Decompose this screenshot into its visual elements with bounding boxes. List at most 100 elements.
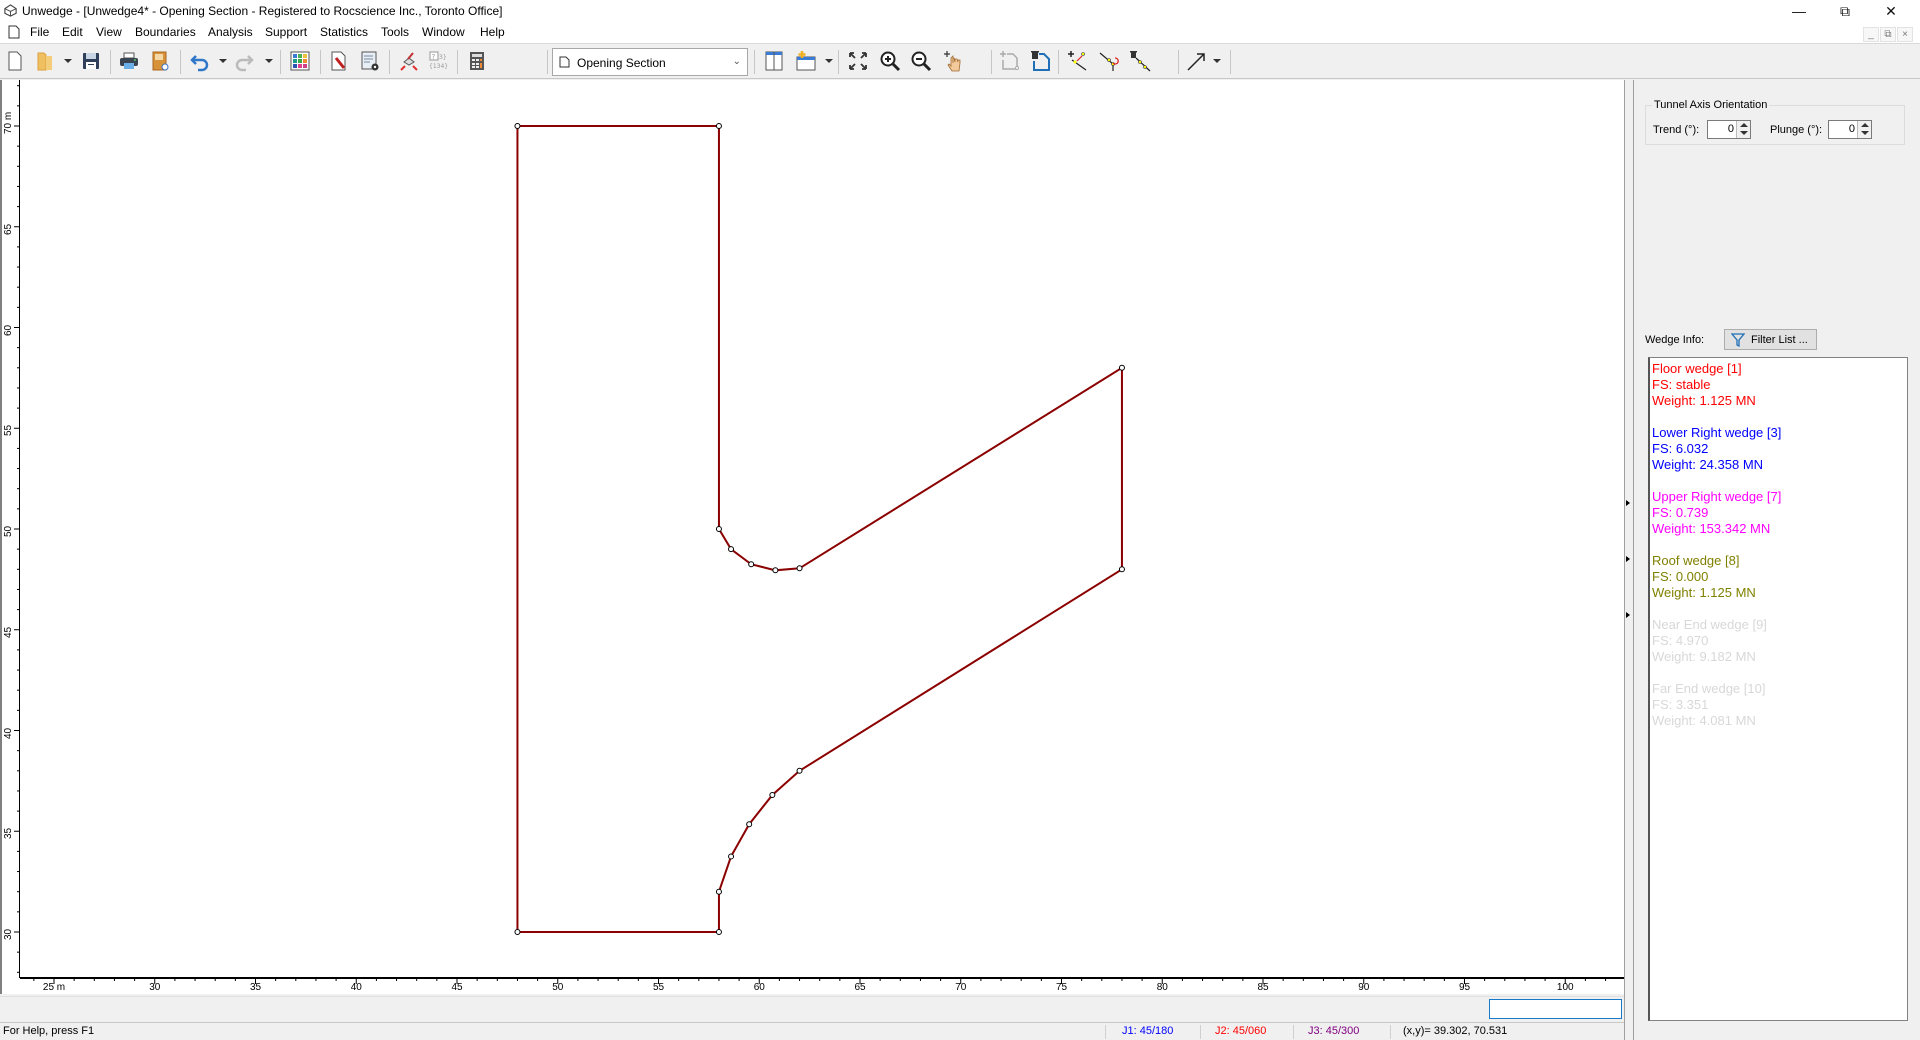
wedge-name: Far End wedge [10] xyxy=(1652,681,1766,696)
spin-up-icon[interactable] xyxy=(1740,123,1748,127)
spin-down-icon[interactable] xyxy=(1740,131,1748,135)
help-status-text: For Help, press F1 xyxy=(3,1025,95,1037)
redo-button[interactable] xyxy=(232,49,256,73)
drawing-canvas[interactable] xyxy=(0,80,1624,994)
compute-button[interactable] xyxy=(397,49,421,73)
project-settings-button[interactable] xyxy=(358,49,382,73)
wedge-weight: Weight: 24.358 MN xyxy=(1652,457,1764,472)
zoom-out-button[interactable] xyxy=(909,49,933,73)
wedge-fs: FS: 0.000 xyxy=(1652,569,1709,584)
spin-down-icon[interactable] xyxy=(1861,131,1869,135)
menu-statistics[interactable]: Statistics xyxy=(320,25,368,39)
pan-hand-icon xyxy=(944,51,961,72)
delete-vertex-button[interactable] xyxy=(1128,49,1152,73)
splitter-arrow-icon[interactable] xyxy=(1626,500,1630,506)
undo-dropdown-arrow[interactable] xyxy=(219,59,227,63)
menu-tools[interactable]: Tools xyxy=(381,25,409,39)
new-window-dropdown-arrow[interactable] xyxy=(825,59,833,63)
minimize-button[interactable]: — xyxy=(1776,0,1822,22)
wedge-entry[interactable]: Roof wedge [8] FS: 0.000 Weight: 1.125 MN xyxy=(1652,553,1907,601)
pan-button[interactable] xyxy=(940,49,964,73)
arrow-dropdown-arrow[interactable] xyxy=(1213,59,1221,63)
info-viewer-button[interactable]: ? 3} {134} xyxy=(426,49,450,73)
new-file-button[interactable] xyxy=(3,49,27,73)
close-button[interactable]: ✕ xyxy=(1868,0,1914,22)
wedge-entry[interactable]: Floor wedge [1] FS: stable Weight: 1.125 M… xyxy=(1652,361,1907,409)
wedge-name: Floor wedge [1] xyxy=(1652,361,1742,376)
add-boundary-button[interactable] xyxy=(998,49,1022,73)
filter-list-button[interactable]: Filter List ... xyxy=(1724,329,1817,350)
wedge-entry[interactable]: Upper Right wedge [7] FS: 0.739 Weight: 15… xyxy=(1652,489,1907,537)
menu-view[interactable]: View xyxy=(96,25,122,39)
zoom-extents-button[interactable] xyxy=(846,49,870,73)
splitter-arrow-icon[interactable] xyxy=(1626,556,1630,562)
x-tick-label: 45 xyxy=(451,982,463,993)
add-vertex-button[interactable] xyxy=(1066,49,1090,73)
wedge-name: Lower Right wedge [3] xyxy=(1652,425,1782,440)
print-button[interactable] xyxy=(117,49,141,73)
toolbar-separator xyxy=(991,50,992,74)
new-window-button[interactable] xyxy=(794,49,818,73)
wedge-entry[interactable]: Lower Right wedge [3] FS: 6.032 Weight: 24… xyxy=(1652,425,1907,473)
y-tick-label: 35 xyxy=(3,828,14,840)
undo-button[interactable] xyxy=(188,49,212,73)
filter-list-label: Filter List ... xyxy=(1751,333,1808,346)
toolbar: ? 3} {134} Opening Section ⌄ xyxy=(0,43,1920,79)
trend-spinbox[interactable]: 0 xyxy=(1707,120,1751,139)
move-vertex-button[interactable] xyxy=(1097,49,1121,73)
y-tick-label: 30 xyxy=(3,928,14,940)
menu-window[interactable]: Window xyxy=(422,25,465,39)
menu-bar: File Edit View Boundaries Analysis Suppo… xyxy=(0,22,1920,43)
view-select-dropdown[interactable]: Opening Section ⌄ xyxy=(552,48,748,76)
toolbar-separator xyxy=(1178,50,1179,74)
print-preview-button[interactable] xyxy=(148,49,172,73)
menu-file[interactable]: File xyxy=(30,25,49,39)
splitter-arrow-icon[interactable] xyxy=(1626,612,1630,618)
open-dropdown-arrow[interactable] xyxy=(64,59,72,63)
calculator-button[interactable] xyxy=(465,49,489,73)
y-tick-label: 55 xyxy=(3,425,14,437)
menu-support[interactable]: Support xyxy=(265,25,307,39)
menu-edit[interactable]: Edit xyxy=(62,25,83,39)
wedge-info-list[interactable]: Floor wedge [1] FS: stable Weight: 1.125 M… xyxy=(1648,357,1908,1021)
redo-dropdown-arrow[interactable] xyxy=(265,59,273,63)
mdi-restore-button[interactable]: ⧉ xyxy=(1880,27,1896,42)
x-tick-label: 100 xyxy=(1556,982,1574,993)
spin-up-icon[interactable] xyxy=(1861,123,1869,127)
trend-spin-buttons[interactable] xyxy=(1736,121,1750,138)
zoom-in-icon xyxy=(880,51,901,72)
svg-text:{134}: {134} xyxy=(429,63,448,70)
zoom-extents-icon xyxy=(849,52,867,70)
menu-analysis[interactable]: Analysis xyxy=(208,25,253,39)
input-data-button[interactable] xyxy=(327,49,351,73)
mdi-close-button[interactable]: × xyxy=(1897,27,1913,42)
wedge-name: Upper Right wedge [7] xyxy=(1652,489,1782,504)
filter-icon xyxy=(1731,332,1745,347)
joint-set-1-status: J1: 45/180 xyxy=(1122,1025,1174,1037)
arrow-tool-button[interactable] xyxy=(1185,49,1209,73)
delete-boundary-icon xyxy=(1031,51,1050,71)
command-input[interactable] xyxy=(1489,999,1622,1019)
document-icon[interactable] xyxy=(8,25,20,39)
wedge-entry[interactable]: Near End wedge [9] FS: 4.970 Weight: 9.182… xyxy=(1652,617,1907,665)
plunge-spin-buttons[interactable] xyxy=(1857,121,1871,138)
zoom-in-button[interactable] xyxy=(878,49,902,73)
mdi-minimize-button[interactable]: _ xyxy=(1863,27,1879,42)
plunge-spinbox[interactable]: 0 xyxy=(1828,120,1872,139)
menu-boundaries[interactable]: Boundaries xyxy=(135,25,196,39)
x-tick-label: 35 xyxy=(249,982,262,993)
display-options-button[interactable] xyxy=(288,49,312,73)
wedge-weight: Weight: 4.081 MN xyxy=(1652,713,1756,728)
tile-vertical-button[interactable] xyxy=(762,49,786,73)
status-bar: For Help, press F1 J1: 45/180 J2: 45/060… xyxy=(0,1022,1628,1040)
delete-boundary-button[interactable] xyxy=(1029,49,1053,73)
wedge-name: Near End wedge [9] xyxy=(1652,617,1767,632)
compute-icon xyxy=(400,52,418,71)
open-file-button[interactable] xyxy=(33,49,57,73)
menu-help[interactable]: Help xyxy=(480,25,505,39)
save-button[interactable] xyxy=(79,49,103,73)
wedge-entry[interactable]: Far End wedge [10] FS: 3.351 Weight: 4.081… xyxy=(1652,681,1907,729)
restore-button[interactable]: ⧉ xyxy=(1822,0,1868,22)
status-separator xyxy=(1390,1025,1391,1039)
command-strip xyxy=(0,996,1624,1022)
